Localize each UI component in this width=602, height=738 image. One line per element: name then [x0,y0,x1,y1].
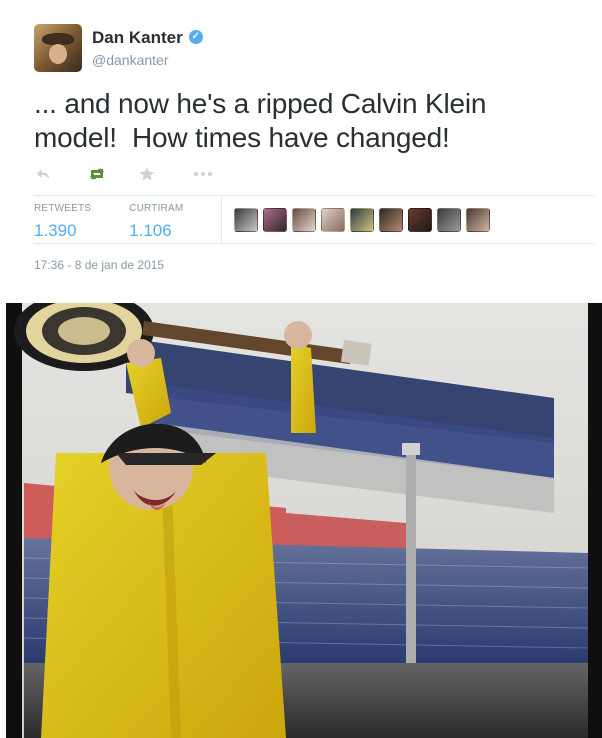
favorites-stat[interactable]: CURTIRAM 1.106 [129,197,183,241]
author-name[interactable]: Dan Kanter [92,29,183,46]
retweets-label: RETWEETS [34,203,92,215]
favorite-button[interactable] [138,164,190,184]
retweet-icon [90,168,104,180]
author-name-row: Dan Kanter ✓ [92,29,203,46]
stats-separator [221,197,223,242]
favoriter-avatars [234,197,491,242]
more-button[interactable] [190,164,242,184]
author-block: Dan Kanter ✓ @dankanter [92,29,203,68]
verified-badge-icon: ✓ [188,30,203,44]
tweet-header: Dan Kanter ✓ @dankanter [34,24,203,72]
reply-button[interactable] [34,164,86,184]
tweet-photo[interactable] [6,303,602,738]
tweet-card: Dan Kanter ✓ @dankanter ... and now he's… [0,0,602,738]
favorites-label: CURTIRAM [129,203,184,215]
favoriter-avatar[interactable] [350,207,375,232]
retweets-value: 1.390 [34,221,77,241]
favoriter-avatar[interactable] [408,207,433,232]
favoriter-avatar[interactable] [437,207,462,232]
retweets-stat[interactable]: RETWEETS 1.390 [34,197,91,241]
avatar-face [49,44,67,64]
tweet-actions [34,164,254,184]
reply-icon [36,169,50,180]
favoriter-avatar[interactable] [379,207,404,232]
favoriter-avatar[interactable] [292,207,317,232]
more-icon [194,172,212,176]
favoriter-avatar[interactable] [321,207,346,232]
retweet-button[interactable] [86,164,138,184]
favoriter-avatar[interactable] [466,207,491,232]
tweet-photo-image [6,303,602,738]
favoriter-avatar[interactable] [234,207,259,232]
avatar[interactable] [34,24,82,72]
author-handle[interactable]: @dankanter [92,52,203,68]
tweet-timestamp[interactable]: 17:36 - 8 de jan de 2015 [34,258,164,272]
favorites-value: 1.106 [129,221,172,241]
tweet-stats: RETWEETS 1.390 CURTIRAM 1.106 [34,197,594,242]
favoriter-avatar[interactable] [263,207,288,232]
tweet-text: ... and now he's a ripped Calvin Klein m… [34,88,487,153]
star-icon [139,167,155,181]
divider-bottom [34,243,594,244]
divider-top [34,195,594,196]
